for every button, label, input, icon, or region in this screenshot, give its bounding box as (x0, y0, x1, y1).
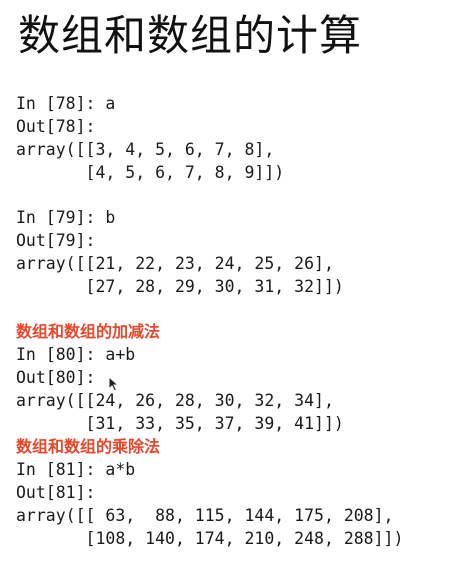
cell-input: In [78]: a (16, 94, 116, 113)
cell-result-line: array([[24, 26, 28, 30, 32, 34], (16, 391, 334, 410)
cell-81: 数组和数组的乘除法 In [81]: a*b Out[81]: array([[… (16, 435, 403, 550)
cell-input: In [81]: a*b (16, 460, 136, 479)
cell-result-line: [4, 5, 6, 7, 8, 9]]) (16, 163, 285, 182)
cell-input: In [80]: a+b (16, 345, 136, 364)
cell-input: In [79]: b (16, 208, 116, 227)
cell-result-line: array([[ 63, 88, 115, 144, 175, 208], (16, 506, 394, 525)
cell-result-line: [108, 140, 174, 210, 248, 288]]) (16, 529, 404, 548)
section-heading-add-subtract: 数组和数组的加减法 (16, 322, 161, 341)
cell-80: 数组和数组的加减法 In [80]: a+b Out[80]: array([[… (16, 320, 344, 435)
cell-output-label: Out[78]: (16, 117, 96, 136)
cell-output-label: Out[80]: (16, 368, 96, 387)
mouse-cursor-icon (108, 376, 120, 392)
cell-result-line: [27, 28, 29, 30, 31, 32]]) (16, 277, 344, 296)
cell-79: In [79]: b Out[79]: array([[21, 22, 23, … (16, 206, 344, 298)
cell-output-label: Out[79]: (16, 231, 96, 250)
cell-78: In [78]: a Out[78]: array([[3, 4, 5, 6, … (16, 92, 284, 184)
page-title: 数组和数组的计算 (18, 11, 363, 60)
cell-result-line: array([[21, 22, 23, 24, 25, 26], (16, 254, 334, 273)
cell-output-label: Out[81]: (16, 483, 96, 502)
cell-result-line: array([[3, 4, 5, 6, 7, 8], (16, 140, 275, 159)
cell-result-line: [31, 33, 35, 37, 39, 41]]) (16, 414, 344, 433)
section-heading-multiply-divide: 数组和数组的乘除法 (16, 437, 161, 456)
